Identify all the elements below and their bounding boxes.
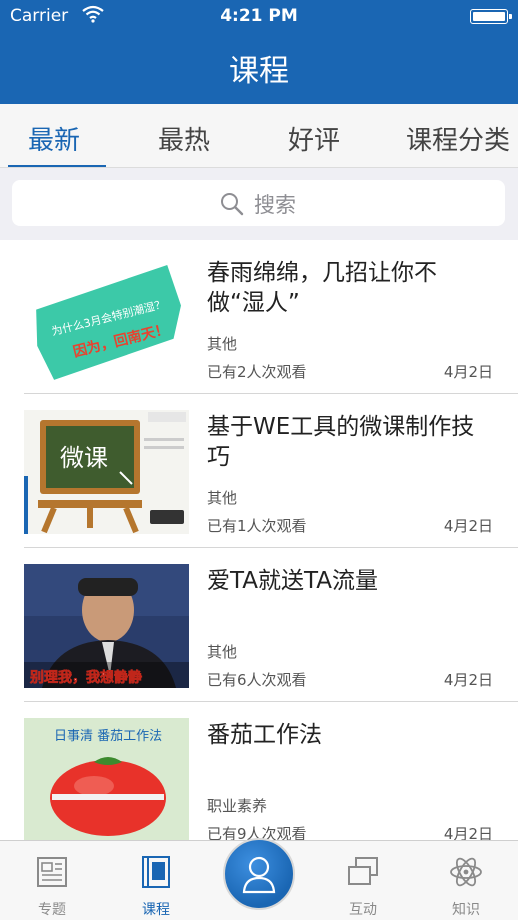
tab-bar: 专题 课程 互动 知识 [0, 838, 518, 920]
course-date: 4月2日 [443, 517, 493, 535]
course-date: 4月2日 [443, 363, 493, 381]
tabbar-item-topics[interactable]: 专题 [12, 841, 92, 920]
search-bar: 搜索 [0, 168, 518, 240]
status-time: 4:21 PM [220, 6, 298, 26]
header: Carrier 4:21 PM 课程 [0, 0, 518, 104]
tab-hottest[interactable]: 最热 [158, 120, 210, 157]
tabbar-label: 课程 [142, 902, 170, 918]
course-date: 4月2日 [443, 671, 493, 689]
status-bar: Carrier 4:21 PM [0, 0, 518, 34]
tabbar-label: 知识 [452, 902, 480, 918]
search-placeholder: 搜索 [254, 193, 296, 217]
course-item[interactable]: 日事清 番茄工作法 番茄工作法 职业素养 已有9人次观看 4月2日 [0, 702, 518, 840]
search-icon [221, 193, 244, 216]
tabbar-item-knowledge[interactable]: 知识 [426, 841, 506, 920]
course-thumbnail: 别理我，我想静静 [24, 564, 189, 688]
tab-top-rated[interactable]: 好评 [288, 120, 340, 157]
profile-button[interactable] [223, 838, 295, 910]
search-input[interactable]: 搜索 [12, 180, 505, 226]
tab-categories[interactable]: 课程分类 [406, 120, 510, 157]
course-tabs: 最新 最热 好评 课程分类 [0, 104, 518, 168]
course-title: 爱TA就送TA流量 [207, 568, 378, 594]
course-views: 已有1人次观看 [207, 517, 307, 535]
tabbar-label: 专题 [38, 902, 66, 918]
course-category: 其他 [207, 489, 238, 507]
thumb-caption: 日事清 番茄工作法 [54, 729, 162, 744]
course-category: 职业素养 [207, 797, 268, 815]
book-icon [142, 856, 170, 888]
course-item[interactable]: 为什么3月会特别潮湿？ 因为，回南天！ 春雨绵绵，几招让你不做“湿人” 其他 已… [0, 240, 518, 394]
document-icon [37, 857, 67, 887]
thumb-caption: 微课 [60, 444, 108, 472]
tabbar-label: 互动 [349, 902, 377, 918]
page-title: 课程 [229, 54, 289, 89]
course-views: 已有2人次观看 [207, 363, 307, 381]
course-title: 基于WE工具的微课制作技巧 [207, 414, 475, 470]
course-category: 其他 [207, 335, 238, 353]
atom-icon [450, 857, 482, 887]
course-thumbnail: 为什么3月会特别潮湿？ 因为，回南天！ [24, 256, 189, 380]
course-title: 番茄工作法 [207, 722, 322, 748]
thumb-caption: 别理我，我想静静 [29, 669, 142, 686]
course-list: 为什么3月会特别潮湿？ 因为，回南天！ 春雨绵绵，几招让你不做“湿人” 其他 已… [0, 240, 518, 840]
course-views: 已有6人次观看 [207, 671, 307, 689]
chat-icon [348, 857, 378, 885]
course-date: 4月2日 [443, 825, 493, 840]
tabbar-item-interact[interactable]: 互动 [323, 841, 403, 920]
tabbar-item-courses[interactable]: 课程 [116, 841, 196, 920]
course-item[interactable]: 别理我，我想静静 爱TA就送TA流量 其他 已有6人次观看 4月2日 [0, 548, 518, 702]
course-thumbnail: 微课 [24, 410, 189, 534]
course-title: 春雨绵绵，几招让你不做“湿人” [207, 260, 437, 316]
battery-icon [470, 9, 512, 24]
course-item[interactable]: 微课 基于WE工具的微课制作技巧 其他 已有1人次观看 4月2日 [0, 394, 518, 548]
course-category: 其他 [207, 643, 238, 661]
course-thumbnail: 日事清 番茄工作法 [24, 718, 189, 840]
profile-icon [242, 856, 276, 894]
tab-latest[interactable]: 最新 [28, 120, 80, 157]
